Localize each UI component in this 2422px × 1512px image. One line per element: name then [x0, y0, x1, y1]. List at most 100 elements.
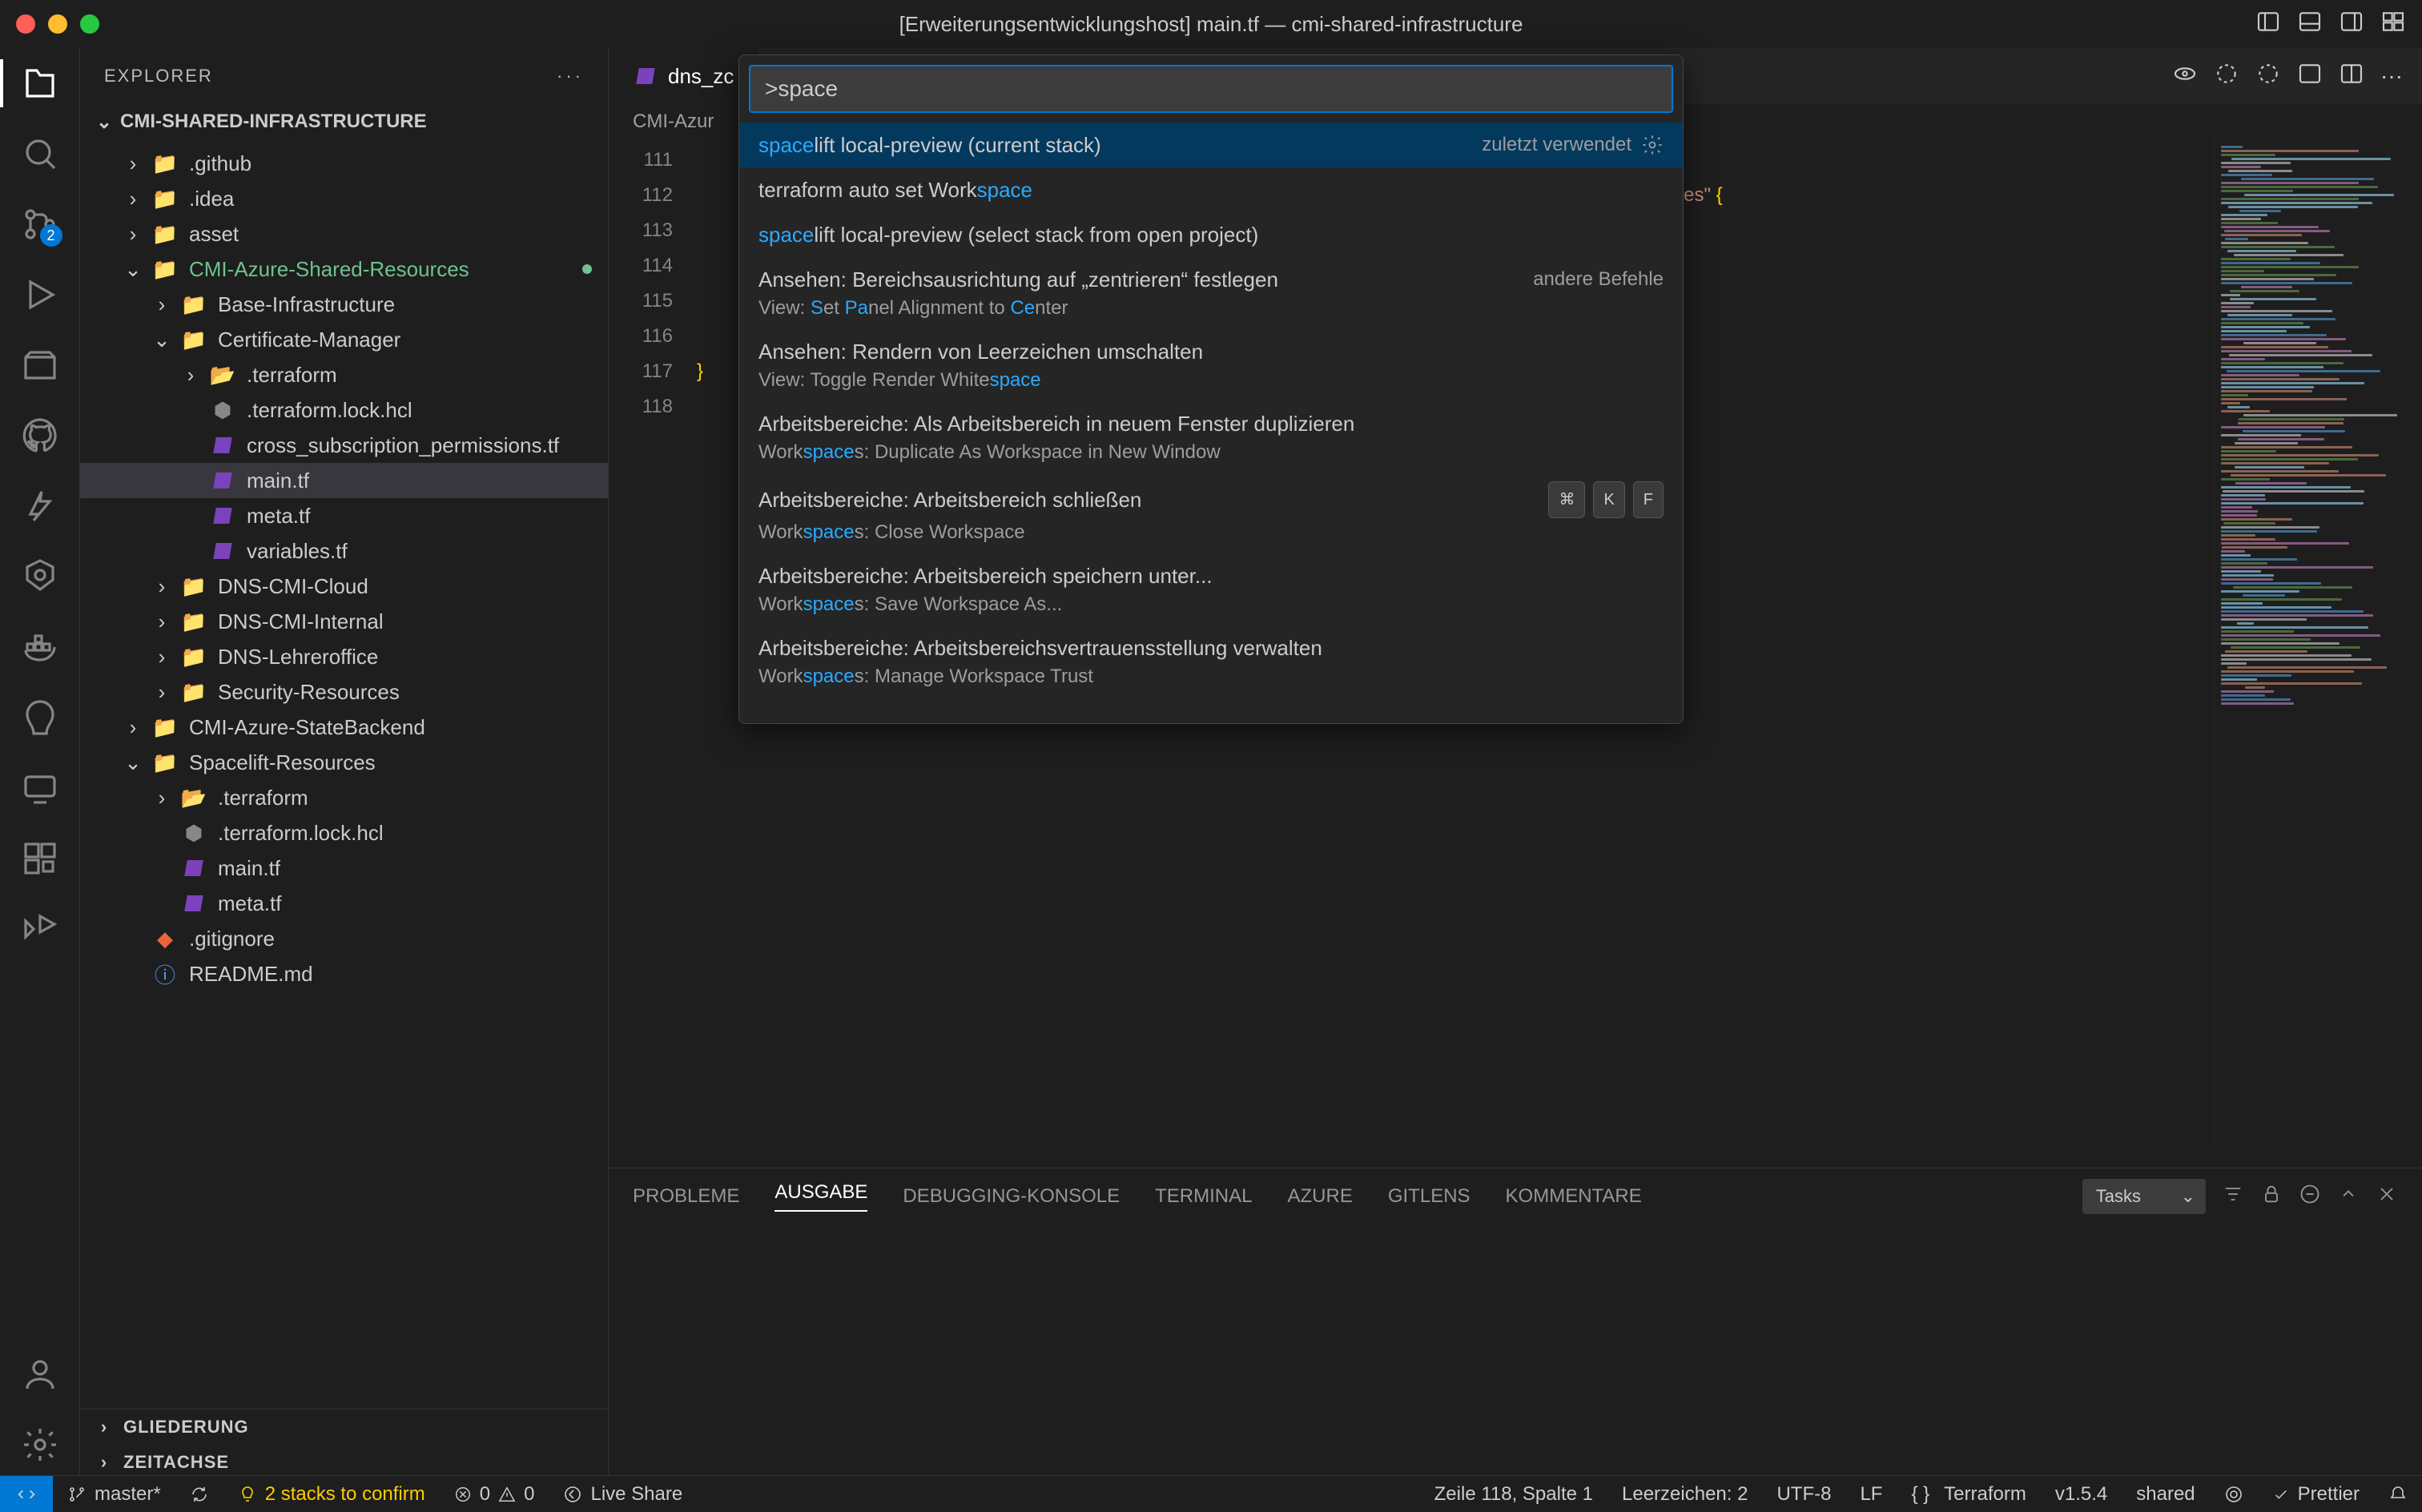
- tree-item[interactable]: meta.tf: [80, 498, 608, 533]
- go-back-icon[interactable]: [2172, 61, 2198, 92]
- terraform-version[interactable]: v1.5.4: [2041, 1476, 2122, 1512]
- sidebar-more-icon[interactable]: ···: [557, 66, 584, 86]
- tree-item[interactable]: ›📁.idea: [80, 181, 608, 216]
- tree-item[interactable]: ›📁CMI-Azure-StateBackend: [80, 710, 608, 745]
- tab-dns[interactable]: dns_zc: [609, 48, 758, 104]
- stacks-confirm[interactable]: 2 stacks to confirm: [223, 1476, 440, 1512]
- panel-tab[interactable]: KOMMENTARE: [1506, 1185, 1642, 1208]
- palette-item[interactable]: spacelift local-preview (current stack)z…: [739, 123, 1683, 167]
- toggle-primary-sidebar-icon[interactable]: [2255, 9, 2281, 40]
- tree-item[interactable]: main.tf: [80, 850, 608, 886]
- tree-item[interactable]: ⌄📁Spacelift-Resources: [80, 745, 608, 780]
- panel-tab[interactable]: AUSGABE: [774, 1181, 867, 1212]
- spacelift-icon[interactable]: [21, 698, 59, 737]
- tree-item[interactable]: ›📁asset: [80, 216, 608, 251]
- tree-item[interactable]: ›📁Security-Resources: [80, 674, 608, 710]
- extensions-icon[interactable]: [21, 839, 59, 878]
- palette-input[interactable]: [749, 65, 1673, 113]
- cursor-position[interactable]: Zeile 118, Spalte 1: [1420, 1476, 1607, 1512]
- line-gutter: 111112113114115116117118: [609, 139, 697, 1168]
- palette-item[interactable]: Ansehen: Rendern von Leerzeichen umschal…: [739, 329, 1683, 401]
- window-zoom[interactable]: [80, 14, 99, 34]
- panel-tab[interactable]: DEBUGGING-KONSOLE: [903, 1185, 1120, 1208]
- output-channel-select[interactable]: Tasks ⌄: [2082, 1179, 2206, 1214]
- toggle-panel-icon[interactable]: [2297, 9, 2323, 40]
- panel-tab[interactable]: TERMINAL: [1155, 1185, 1252, 1208]
- palette-item[interactable]: terraform auto set Workspace: [739, 167, 1683, 212]
- toggle-layout-icon[interactable]: [2297, 61, 2323, 92]
- tree-item[interactable]: cross_subscription_permissions.tf: [80, 428, 608, 463]
- docker-icon[interactable]: [21, 628, 59, 666]
- tree-item[interactable]: ›📁Base-Infrastructure: [80, 287, 608, 322]
- tree-item[interactable]: main.tf: [80, 463, 608, 498]
- tree-item[interactable]: ›📁DNS-CMI-Cloud: [80, 569, 608, 604]
- toggle-secondary-sidebar-icon[interactable]: [2339, 9, 2364, 40]
- tree-item[interactable]: ⌄📁CMI-Azure-Shared-Resources: [80, 251, 608, 287]
- notifications-icon[interactable]: [2374, 1476, 2422, 1512]
- more-actions-icon[interactable]: ···: [2380, 63, 2403, 89]
- sidebar-section[interactable]: ⌄ CMI-SHARED-INFRASTRUCTURE: [80, 104, 608, 139]
- palette-item[interactable]: Arbeitsbereiche: Arbeitsbereich speicher…: [739, 553, 1683, 625]
- panel-tab[interactable]: GITLENS: [1388, 1185, 1470, 1208]
- explorer-view-icon[interactable]: [21, 64, 59, 103]
- settings-gear-icon[interactable]: [21, 1426, 59, 1464]
- accounts-icon[interactable]: [21, 1355, 59, 1393]
- palette-item[interactable]: Arbeitsbereiche: Als Arbeitsbereich in n…: [739, 401, 1683, 473]
- panel-filter-icon[interactable]: [2222, 1183, 2244, 1211]
- problems[interactable]: 0 0: [440, 1476, 549, 1512]
- remote-icon[interactable]: [21, 769, 59, 807]
- live-share[interactable]: Live Share: [549, 1476, 697, 1512]
- tree-item[interactable]: ›📁DNS-Lehreroffice: [80, 639, 608, 674]
- panel-clear-icon[interactable]: [2299, 1183, 2321, 1211]
- remote-explorer-icon[interactable]: [21, 346, 59, 384]
- diff-icon[interactable]: [2214, 61, 2239, 92]
- run-icon[interactable]: [2255, 61, 2281, 92]
- palette-item[interactable]: Arbeitsbereiche: Ordner aus dem Arbeitsb…: [739, 698, 1683, 699]
- git-branch[interactable]: master*: [53, 1476, 175, 1512]
- source-control-icon[interactable]: 2: [21, 205, 59, 243]
- panel-tab[interactable]: AZURE: [1288, 1185, 1353, 1208]
- feedback-icon[interactable]: [2210, 1476, 2258, 1512]
- chevron-icon: ›: [154, 574, 170, 599]
- prettier-status[interactable]: Prettier: [2258, 1476, 2374, 1512]
- shared-status[interactable]: shared: [2122, 1476, 2209, 1512]
- split-editor-icon[interactable]: [2339, 61, 2364, 92]
- run-debug-icon[interactable]: [21, 275, 59, 314]
- encoding[interactable]: UTF-8: [1762, 1476, 1845, 1512]
- panel-maximize-icon[interactable]: [2337, 1183, 2360, 1211]
- palette-item[interactable]: Ansehen: Bereichsausrichtung auf „zentri…: [739, 257, 1683, 329]
- eol[interactable]: LF: [1845, 1476, 1897, 1512]
- customize-layout-icon[interactable]: [2380, 9, 2406, 40]
- tree-item[interactable]: ›📂.terraform: [80, 357, 608, 392]
- liveshare-icon[interactable]: [21, 910, 59, 948]
- kubernetes-icon[interactable]: [21, 557, 59, 596]
- palette-list: spacelift local-preview (current stack)z…: [739, 123, 1683, 699]
- panel-tab[interactable]: PROBLEME: [633, 1185, 739, 1208]
- remote-indicator[interactable]: [0, 1476, 53, 1512]
- palette-item[interactable]: Arbeitsbereiche: Arbeitsbereich schließe…: [739, 473, 1683, 553]
- window-close[interactable]: [16, 14, 35, 34]
- github-icon[interactable]: [21, 416, 59, 455]
- sync-icon[interactable]: [175, 1476, 223, 1512]
- tree-item[interactable]: meta.tf: [80, 886, 608, 921]
- panel-close-icon[interactable]: [2376, 1183, 2398, 1211]
- outline-section[interactable]: › GLIEDERUNG: [80, 1409, 608, 1445]
- tree-item[interactable]: ›📁.github: [80, 146, 608, 181]
- tree-item[interactable]: ⌄📁Certificate-Manager: [80, 322, 608, 357]
- tree-item[interactable]: ›📂.terraform: [80, 780, 608, 815]
- tree-item[interactable]: variables.tf: [80, 533, 608, 569]
- minimap[interactable]: [2214, 139, 2422, 1144]
- tree-item[interactable]: ⬢.terraform.lock.hcl: [80, 815, 608, 850]
- language-mode[interactable]: { }Terraform: [1897, 1476, 2040, 1512]
- azure-icon[interactable]: [21, 487, 59, 525]
- panel-lock-icon[interactable]: [2260, 1183, 2283, 1211]
- tree-item[interactable]: ›📁DNS-CMI-Internal: [80, 604, 608, 639]
- indentation[interactable]: Leerzeichen: 2: [1607, 1476, 1762, 1512]
- palette-item[interactable]: Arbeitsbereiche: Arbeitsbereichsvertraue…: [739, 625, 1683, 698]
- tree-item[interactable]: ⓘREADME.md: [80, 956, 608, 991]
- window-minimize[interactable]: [48, 14, 67, 34]
- search-view-icon[interactable]: [21, 135, 59, 173]
- tree-item[interactable]: ⬢.terraform.lock.hcl: [80, 392, 608, 428]
- palette-item[interactable]: spacelift local-preview (select stack fr…: [739, 212, 1683, 257]
- tree-item[interactable]: ◆.gitignore: [80, 921, 608, 956]
